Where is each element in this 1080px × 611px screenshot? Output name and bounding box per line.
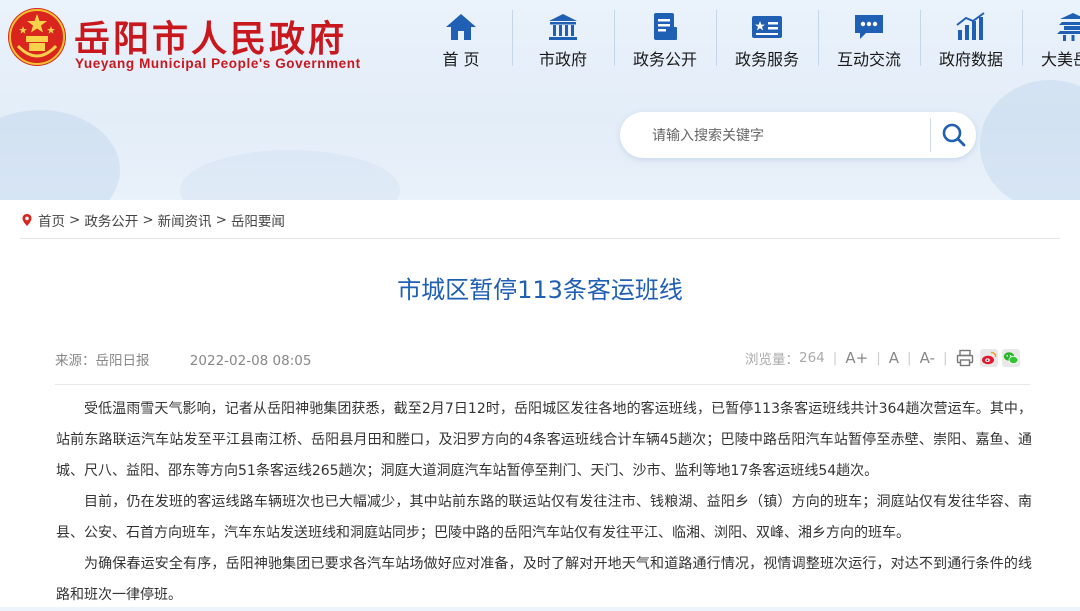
article-title: 市城区暂停113条客运班线 (397, 276, 683, 304)
font-increase-button[interactable]: A+ (845, 349, 868, 367)
tool-separator: | (876, 350, 881, 366)
search-bar (620, 112, 976, 160)
nav-label: 政务服务 (734, 50, 799, 69)
national-emblem-logo[interactable] (6, 6, 68, 68)
breadcrumb: 首页 > 政务公开 > 新闻资讯 > 岳阳要闻 (20, 210, 285, 230)
breadcrumb-home[interactable]: 首页 (38, 210, 65, 230)
view-count: 264 (799, 350, 825, 366)
nav-item-services[interactable]: 政务服务 (716, 8, 818, 70)
article-source: 岳阳日报 (95, 353, 150, 369)
tool-separator: | (907, 350, 912, 366)
background-decoration (0, 110, 120, 200)
breadcrumb-separator: > (215, 212, 227, 228)
search-input[interactable] (650, 112, 934, 160)
chart-icon (954, 12, 988, 42)
nav-item-government[interactable]: 市政府 (512, 8, 614, 70)
site-title[interactable]: 岳阳市人民政府 (74, 10, 347, 62)
breadcrumb-news[interactable]: 新闻资讯 (158, 210, 212, 230)
government-building-icon (546, 12, 580, 42)
tool-separator: | (832, 350, 838, 366)
article-paragraph: 目前，仍在发班的客运线路车辆班次也已大幅减少，其中站前东路的联运站仅有发往注市、… (56, 494, 1032, 541)
source-label: 来源： (55, 353, 96, 369)
pavilion-icon (1056, 12, 1080, 42)
font-normal-button[interactable]: A (889, 349, 899, 367)
nav-label: 互动交流 (836, 50, 901, 69)
article-paragraph: 为确保春运安全有序，岳阳神驰集团已要求各汽车站场做好应对准备，及时了解对开地天气… (56, 556, 1032, 603)
search-divider (930, 118, 931, 152)
views-label: 浏览量： (745, 352, 799, 368)
search-icon (942, 123, 966, 147)
nav-item-data[interactable]: 政府数据 (920, 8, 1022, 70)
print-icon[interactable] (956, 349, 974, 367)
home-icon (444, 12, 478, 42)
nav-label: 大美岳阳 (1040, 50, 1080, 69)
nav-item-home[interactable]: 首 页 (410, 8, 512, 70)
article-paragraph: 受低温雨雪天气影响，记者从岳阳神驰集团获悉，截至2月7日12时，岳阳城区发往各地… (56, 401, 1032, 479)
article-meta: 来源：岳阳日报 2022-02-08 08:05 (55, 349, 311, 369)
article-tools: 浏览量： 264 | A+ | A | A- | (745, 346, 1020, 370)
site-header: 岳阳市人民政府 Yueyang Municipal People's Gover… (0, 0, 1080, 200)
breadcrumb-separator: > (69, 212, 81, 228)
document-icon (648, 12, 682, 42)
search-button[interactable] (938, 119, 970, 151)
article-content-area: 首页 > 政务公开 > 新闻资讯 > 岳阳要闻 市城区暂停113条客运班线 来源… (0, 200, 1080, 607)
publish-date: 2022-02-08 08:05 (189, 353, 312, 369)
nav-item-interaction[interactable]: 互动交流 (818, 8, 920, 70)
background-decoration (980, 80, 1080, 200)
tool-separator: | (942, 350, 948, 366)
weibo-icon[interactable] (979, 349, 998, 367)
meta-divider (55, 384, 1030, 385)
location-pin-icon (22, 214, 32, 226)
background-decoration (180, 150, 400, 200)
wechat-icon[interactable] (1001, 349, 1020, 367)
chat-icon (852, 12, 886, 42)
site-subtitle: Yueyang Municipal People's Government (75, 56, 361, 71)
nav-label: 政府数据 (938, 50, 1003, 69)
breadcrumb-yueyang-news[interactable]: 岳阳要闻 (231, 210, 285, 230)
main-navigation: 首 页 市政府 政务公开 政务服务 互动交流 政府数据 大美 (410, 8, 1080, 70)
nav-label: 首 页 (442, 50, 480, 69)
breadcrumb-divider (20, 238, 1060, 239)
nav-label: 政务公开 (632, 50, 697, 69)
nav-item-open-affairs[interactable]: 政务公开 (614, 8, 716, 70)
nav-label: 市政府 (538, 50, 587, 69)
service-card-icon (750, 12, 784, 42)
font-decrease-button[interactable]: A- (920, 349, 935, 367)
nav-item-beautiful-yueyang[interactable]: 大美岳阳 (1022, 8, 1080, 70)
breadcrumb-open-affairs[interactable]: 政务公开 (84, 210, 138, 230)
article-body: 受低温雨雪天气影响，记者从岳阳神驰集团获悉，截至2月7日12时，岳阳城区发往各地… (56, 394, 1032, 611)
breadcrumb-separator: > (142, 212, 154, 228)
